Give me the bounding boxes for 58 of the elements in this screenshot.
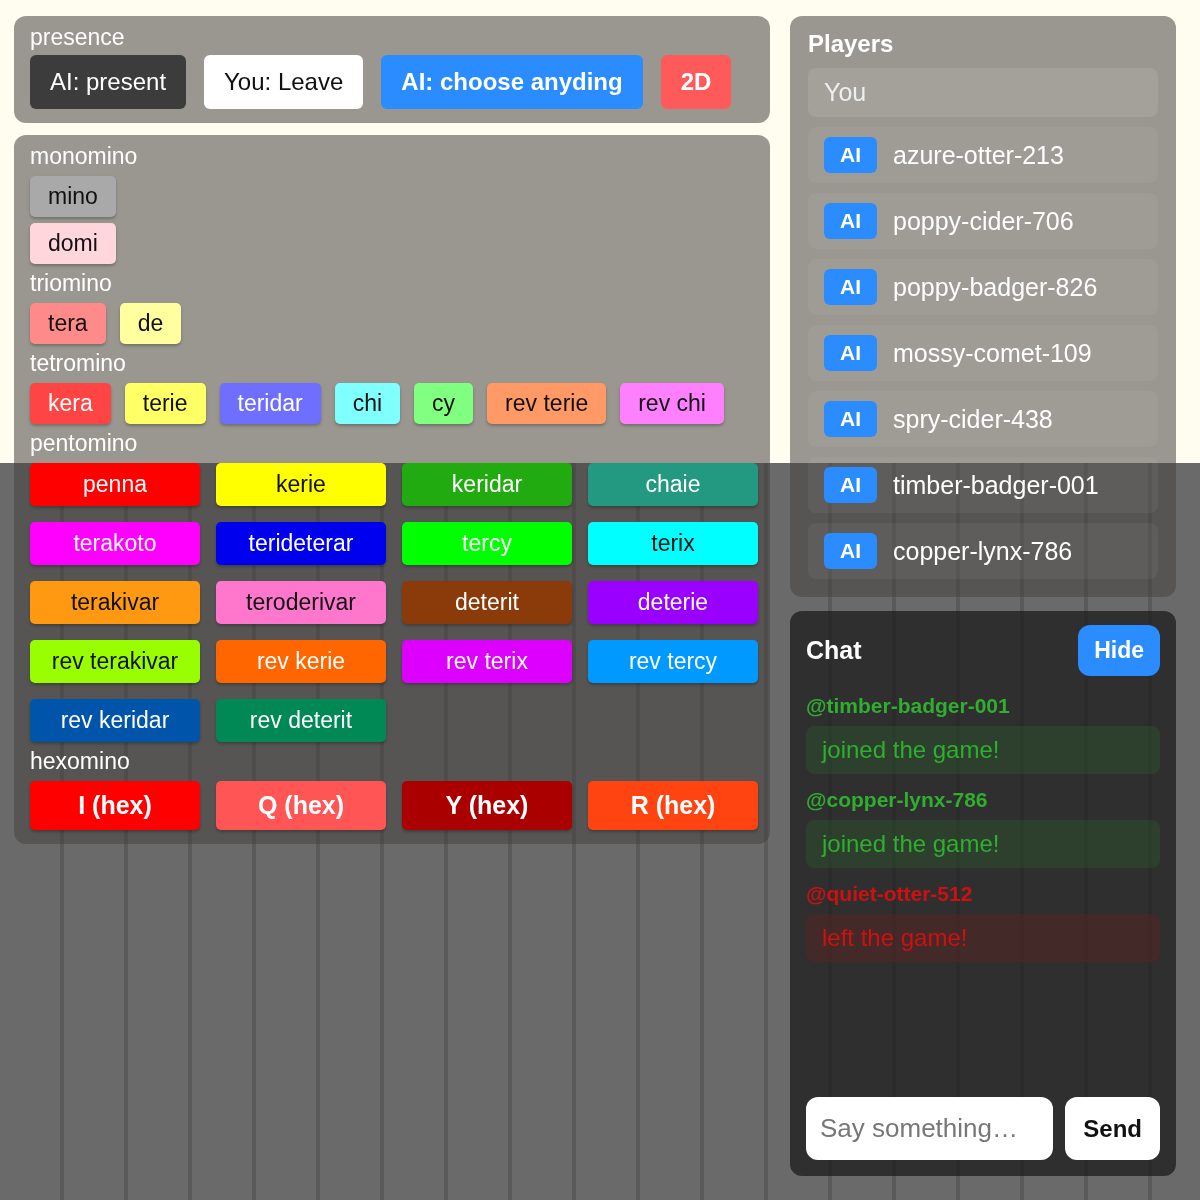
presence-button[interactable]: You: Leave [204,55,364,109]
player-name: mossy-comet-109 [893,338,1092,368]
player-name: timber-badger-001 [893,470,1099,500]
section-label: pentomino [30,430,139,457]
section-label: tetromino [30,350,127,377]
piece-button[interactable]: terix [588,522,758,565]
piece-button[interactable]: terakivar [30,581,200,624]
piece-button[interactable]: domi [30,223,116,264]
piece-button[interactable]: de [119,303,182,344]
piece-button[interactable]: cy [414,383,474,424]
players-title: Players [808,30,895,58]
piece-button[interactable]: rev terie [487,383,607,424]
piece-button[interactable]: rev chi [620,383,724,424]
message-author: @timber-badger-001 [806,694,1011,718]
player-name: poppy-cider-706 [893,206,1074,236]
send-button[interactable]: Send [1065,1097,1160,1160]
piece-button[interactable]: teroderivar [216,581,386,624]
chat-title: Chat [806,636,862,665]
ai-badge: AI [824,335,877,371]
piece-button[interactable]: I (hex) [30,781,200,830]
ai-badge: AI [824,467,877,503]
piece-button[interactable]: deterie [588,581,758,624]
message-text: joined the game! [806,820,1160,868]
piece-button[interactable]: mino [30,176,116,217]
presence-label: presence [30,24,126,51]
ai-badge: AI [824,203,877,239]
player-name: spry-cider-438 [893,404,1053,434]
ai-badge: AI [824,269,877,305]
piece-button[interactable]: Y (hex) [402,781,572,830]
ai-badge: AI [824,533,877,569]
piece-button[interactable]: teridar [219,383,321,424]
message-text: left the game! [806,914,1160,962]
piece-button[interactable]: chi [334,383,401,424]
section-label: triomino [30,270,113,297]
piece-button[interactable]: terie [124,383,206,424]
piece-button[interactable]: terideterar [216,522,386,565]
message-author: @quiet-otter-512 [806,882,974,906]
player-name: copper-lynx-786 [893,536,1073,566]
piece-button[interactable]: penna [30,463,200,506]
piece-button[interactable]: rev keridar [30,699,200,742]
message-author: @copper-lynx-786 [806,788,989,812]
player-name: You [824,78,867,106]
ai-badge: AI [824,137,877,173]
section-label: monomino [30,143,139,170]
player-name: azure-otter-213 [893,140,1064,170]
message-text: joined the game! [806,726,1160,774]
chat-input[interactable]: Say something… [806,1097,1054,1160]
section-label: hexomino [30,748,131,775]
player-name: poppy-badger-826 [893,272,1098,302]
piece-button[interactable]: kerie [216,463,386,506]
piece-button[interactable]: rev deterit [216,699,386,742]
piece-button[interactable]: rev terix [402,640,572,683]
piece-button[interactable]: rev terakivar [30,640,200,683]
ai-badge: AI [824,401,877,437]
piece-button[interactable]: chaie [588,463,758,506]
piece-button[interactable]: tera [30,303,106,344]
presence-button[interactable]: AI: present [30,55,187,109]
piece-button[interactable]: deterit [402,581,572,624]
